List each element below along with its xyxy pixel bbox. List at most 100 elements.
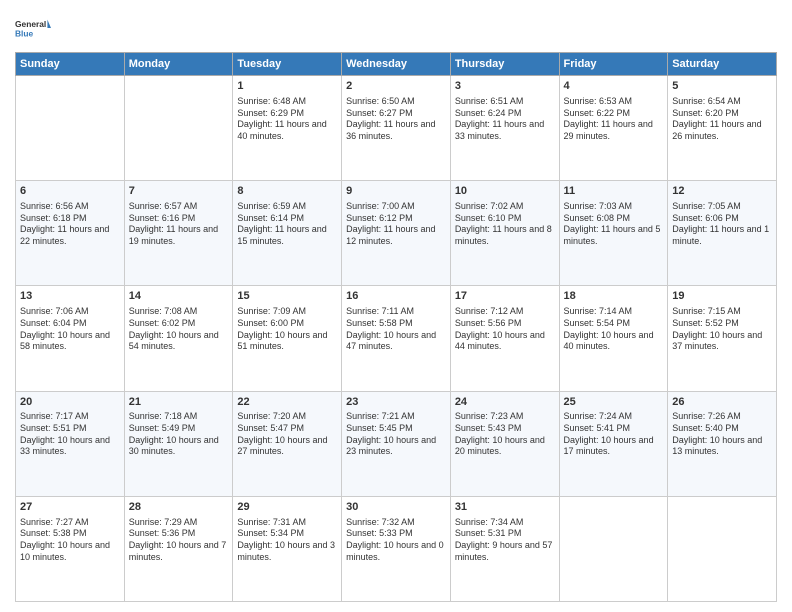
cell-content: Sunrise: 6:51 AM Sunset: 6:24 PM Dayligh… bbox=[455, 96, 555, 143]
day-number: 6 bbox=[20, 184, 120, 199]
day-number: 29 bbox=[237, 500, 337, 515]
cell-content: Sunrise: 7:27 AM Sunset: 5:38 PM Dayligh… bbox=[20, 517, 120, 564]
cell-content: Sunrise: 7:29 AM Sunset: 5:36 PM Dayligh… bbox=[129, 517, 229, 564]
day-number: 27 bbox=[20, 500, 120, 515]
day-number: 22 bbox=[237, 395, 337, 410]
calendar-cell bbox=[559, 496, 668, 601]
calendar-cell: 5 Sunrise: 6:54 AM Sunset: 6:20 PM Daylig… bbox=[668, 76, 777, 181]
day-number: 26 bbox=[672, 395, 772, 410]
calendar-cell: 13 Sunrise: 7:06 AM Sunset: 6:04 PM Dayli… bbox=[16, 286, 125, 391]
day-header-tuesday: Tuesday bbox=[233, 53, 342, 76]
calendar-cell: 15 Sunrise: 7:09 AM Sunset: 6:00 PM Dayli… bbox=[233, 286, 342, 391]
calendar-cell: 4 Sunrise: 6:53 AM Sunset: 6:22 PM Daylig… bbox=[559, 76, 668, 181]
day-number: 12 bbox=[672, 184, 772, 199]
cell-content: Sunrise: 7:00 AM Sunset: 6:12 PM Dayligh… bbox=[346, 201, 446, 248]
day-number: 10 bbox=[455, 184, 555, 199]
day-number: 20 bbox=[20, 395, 120, 410]
svg-text:Blue: Blue bbox=[15, 28, 34, 38]
cell-content: Sunrise: 7:06 AM Sunset: 6:04 PM Dayligh… bbox=[20, 306, 120, 353]
calendar-cell bbox=[668, 496, 777, 601]
calendar-cell: 17 Sunrise: 7:12 AM Sunset: 5:56 PM Dayli… bbox=[450, 286, 559, 391]
cell-content: Sunrise: 6:50 AM Sunset: 6:27 PM Dayligh… bbox=[346, 96, 446, 143]
cell-content: Sunrise: 7:32 AM Sunset: 5:33 PM Dayligh… bbox=[346, 517, 446, 564]
cell-content: Sunrise: 7:09 AM Sunset: 6:00 PM Dayligh… bbox=[237, 306, 337, 353]
cell-content: Sunrise: 7:23 AM Sunset: 5:43 PM Dayligh… bbox=[455, 411, 555, 458]
calendar-cell: 6 Sunrise: 6:56 AM Sunset: 6:18 PM Daylig… bbox=[16, 181, 125, 286]
cell-content: Sunrise: 6:53 AM Sunset: 6:22 PM Dayligh… bbox=[564, 96, 664, 143]
calendar-cell: 12 Sunrise: 7:05 AM Sunset: 6:06 PM Dayli… bbox=[668, 181, 777, 286]
cell-content: Sunrise: 7:12 AM Sunset: 5:56 PM Dayligh… bbox=[455, 306, 555, 353]
cell-content: Sunrise: 7:15 AM Sunset: 5:52 PM Dayligh… bbox=[672, 306, 772, 353]
cell-content: Sunrise: 7:05 AM Sunset: 6:06 PM Dayligh… bbox=[672, 201, 772, 248]
calendar-page: General Blue SundayMondayTuesdayWednesda… bbox=[0, 0, 792, 612]
cell-content: Sunrise: 7:03 AM Sunset: 6:08 PM Dayligh… bbox=[564, 201, 664, 248]
day-number: 13 bbox=[20, 289, 120, 304]
header: General Blue bbox=[15, 10, 777, 46]
calendar-cell: 30 Sunrise: 7:32 AM Sunset: 5:33 PM Dayli… bbox=[342, 496, 451, 601]
day-number: 25 bbox=[564, 395, 664, 410]
cell-content: Sunrise: 7:18 AM Sunset: 5:49 PM Dayligh… bbox=[129, 411, 229, 458]
calendar-cell: 29 Sunrise: 7:31 AM Sunset: 5:34 PM Dayli… bbox=[233, 496, 342, 601]
cell-content: Sunrise: 7:02 AM Sunset: 6:10 PM Dayligh… bbox=[455, 201, 555, 248]
cell-content: Sunrise: 7:31 AM Sunset: 5:34 PM Dayligh… bbox=[237, 517, 337, 564]
calendar-cell: 8Sunrise: 6:59 AM Sunset: 6:14 PM Daylig… bbox=[233, 181, 342, 286]
day-number: 28 bbox=[129, 500, 229, 515]
day-number: 11 bbox=[564, 184, 664, 199]
cell-content: Sunrise: 7:17 AM Sunset: 5:51 PM Dayligh… bbox=[20, 411, 120, 458]
day-number: 21 bbox=[129, 395, 229, 410]
day-number: 2 bbox=[346, 79, 446, 94]
calendar-cell: 18 Sunrise: 7:14 AM Sunset: 5:54 PM Dayli… bbox=[559, 286, 668, 391]
calendar-cell: 1 Sunrise: 6:48 AM Sunset: 6:29 PM Daylig… bbox=[233, 76, 342, 181]
day-number: 15 bbox=[237, 289, 337, 304]
logo: General Blue bbox=[15, 10, 51, 46]
day-number: 30 bbox=[346, 500, 446, 515]
calendar-cell: 25Sunrise: 7:24 AM Sunset: 5:41 PM Dayli… bbox=[559, 391, 668, 496]
calendar-cell: 24Sunrise: 7:23 AM Sunset: 5:43 PM Dayli… bbox=[450, 391, 559, 496]
day-number: 24 bbox=[455, 395, 555, 410]
calendar-cell: 28 Sunrise: 7:29 AM Sunset: 5:36 PM Dayli… bbox=[124, 496, 233, 601]
day-number: 5 bbox=[672, 79, 772, 94]
cell-content: Sunrise: 7:11 AM Sunset: 5:58 PM Dayligh… bbox=[346, 306, 446, 353]
calendar-cell bbox=[124, 76, 233, 181]
day-number: 16 bbox=[346, 289, 446, 304]
day-number: 4 bbox=[564, 79, 664, 94]
calendar-cell: 31Sunrise: 7:34 AM Sunset: 5:31 PM Dayli… bbox=[450, 496, 559, 601]
logo-svg: General Blue bbox=[15, 10, 51, 46]
cell-content: Sunrise: 7:21 AM Sunset: 5:45 PM Dayligh… bbox=[346, 411, 446, 458]
calendar-cell: 7 Sunrise: 6:57 AM Sunset: 6:16 PM Daylig… bbox=[124, 181, 233, 286]
cell-content: Sunrise: 6:56 AM Sunset: 6:18 PM Dayligh… bbox=[20, 201, 120, 248]
calendar-cell: 22Sunrise: 7:20 AM Sunset: 5:47 PM Dayli… bbox=[233, 391, 342, 496]
calendar-cell: 21Sunrise: 7:18 AM Sunset: 5:49 PM Dayli… bbox=[124, 391, 233, 496]
calendar-cell: 27 Sunrise: 7:27 AM Sunset: 5:38 PM Dayli… bbox=[16, 496, 125, 601]
day-header-wednesday: Wednesday bbox=[342, 53, 451, 76]
calendar-cell: 10 Sunrise: 7:02 AM Sunset: 6:10 PM Dayli… bbox=[450, 181, 559, 286]
day-number: 31 bbox=[455, 500, 555, 515]
day-number: 23 bbox=[346, 395, 446, 410]
cell-content: Sunrise: 7:20 AM Sunset: 5:47 PM Dayligh… bbox=[237, 411, 337, 458]
day-number: 7 bbox=[129, 184, 229, 199]
cell-content: Sunrise: 6:54 AM Sunset: 6:20 PM Dayligh… bbox=[672, 96, 772, 143]
svg-text:General: General bbox=[15, 19, 46, 29]
day-header-friday: Friday bbox=[559, 53, 668, 76]
day-number: 1 bbox=[237, 79, 337, 94]
day-number: 17 bbox=[455, 289, 555, 304]
day-header-monday: Monday bbox=[124, 53, 233, 76]
calendar-cell: 9 Sunrise: 7:00 AM Sunset: 6:12 PM Daylig… bbox=[342, 181, 451, 286]
day-number: 18 bbox=[564, 289, 664, 304]
calendar-cell: 2 Sunrise: 6:50 AM Sunset: 6:27 PM Daylig… bbox=[342, 76, 451, 181]
calendar-cell: 3 Sunrise: 6:51 AM Sunset: 6:24 PM Daylig… bbox=[450, 76, 559, 181]
cell-content: Sunrise: 6:57 AM Sunset: 6:16 PM Dayligh… bbox=[129, 201, 229, 248]
day-number: 3 bbox=[455, 79, 555, 94]
cell-content: Sunrise: 6:48 AM Sunset: 6:29 PM Dayligh… bbox=[237, 96, 337, 143]
day-number: 9 bbox=[346, 184, 446, 199]
calendar-cell: 26Sunrise: 7:26 AM Sunset: 5:40 PM Dayli… bbox=[668, 391, 777, 496]
calendar-table: SundayMondayTuesdayWednesdayThursdayFrid… bbox=[15, 52, 777, 602]
cell-content: Sunrise: 7:08 AM Sunset: 6:02 PM Dayligh… bbox=[129, 306, 229, 353]
calendar-cell: 11 Sunrise: 7:03 AM Sunset: 6:08 PM Dayli… bbox=[559, 181, 668, 286]
calendar-cell: 14 Sunrise: 7:08 AM Sunset: 6:02 PM Dayli… bbox=[124, 286, 233, 391]
day-number: 14 bbox=[129, 289, 229, 304]
day-header-thursday: Thursday bbox=[450, 53, 559, 76]
cell-content: Sunrise: 7:24 AM Sunset: 5:41 PM Dayligh… bbox=[564, 411, 664, 458]
cell-content: Sunrise: 7:14 AM Sunset: 5:54 PM Dayligh… bbox=[564, 306, 664, 353]
cell-content: Sunrise: 7:26 AM Sunset: 5:40 PM Dayligh… bbox=[672, 411, 772, 458]
